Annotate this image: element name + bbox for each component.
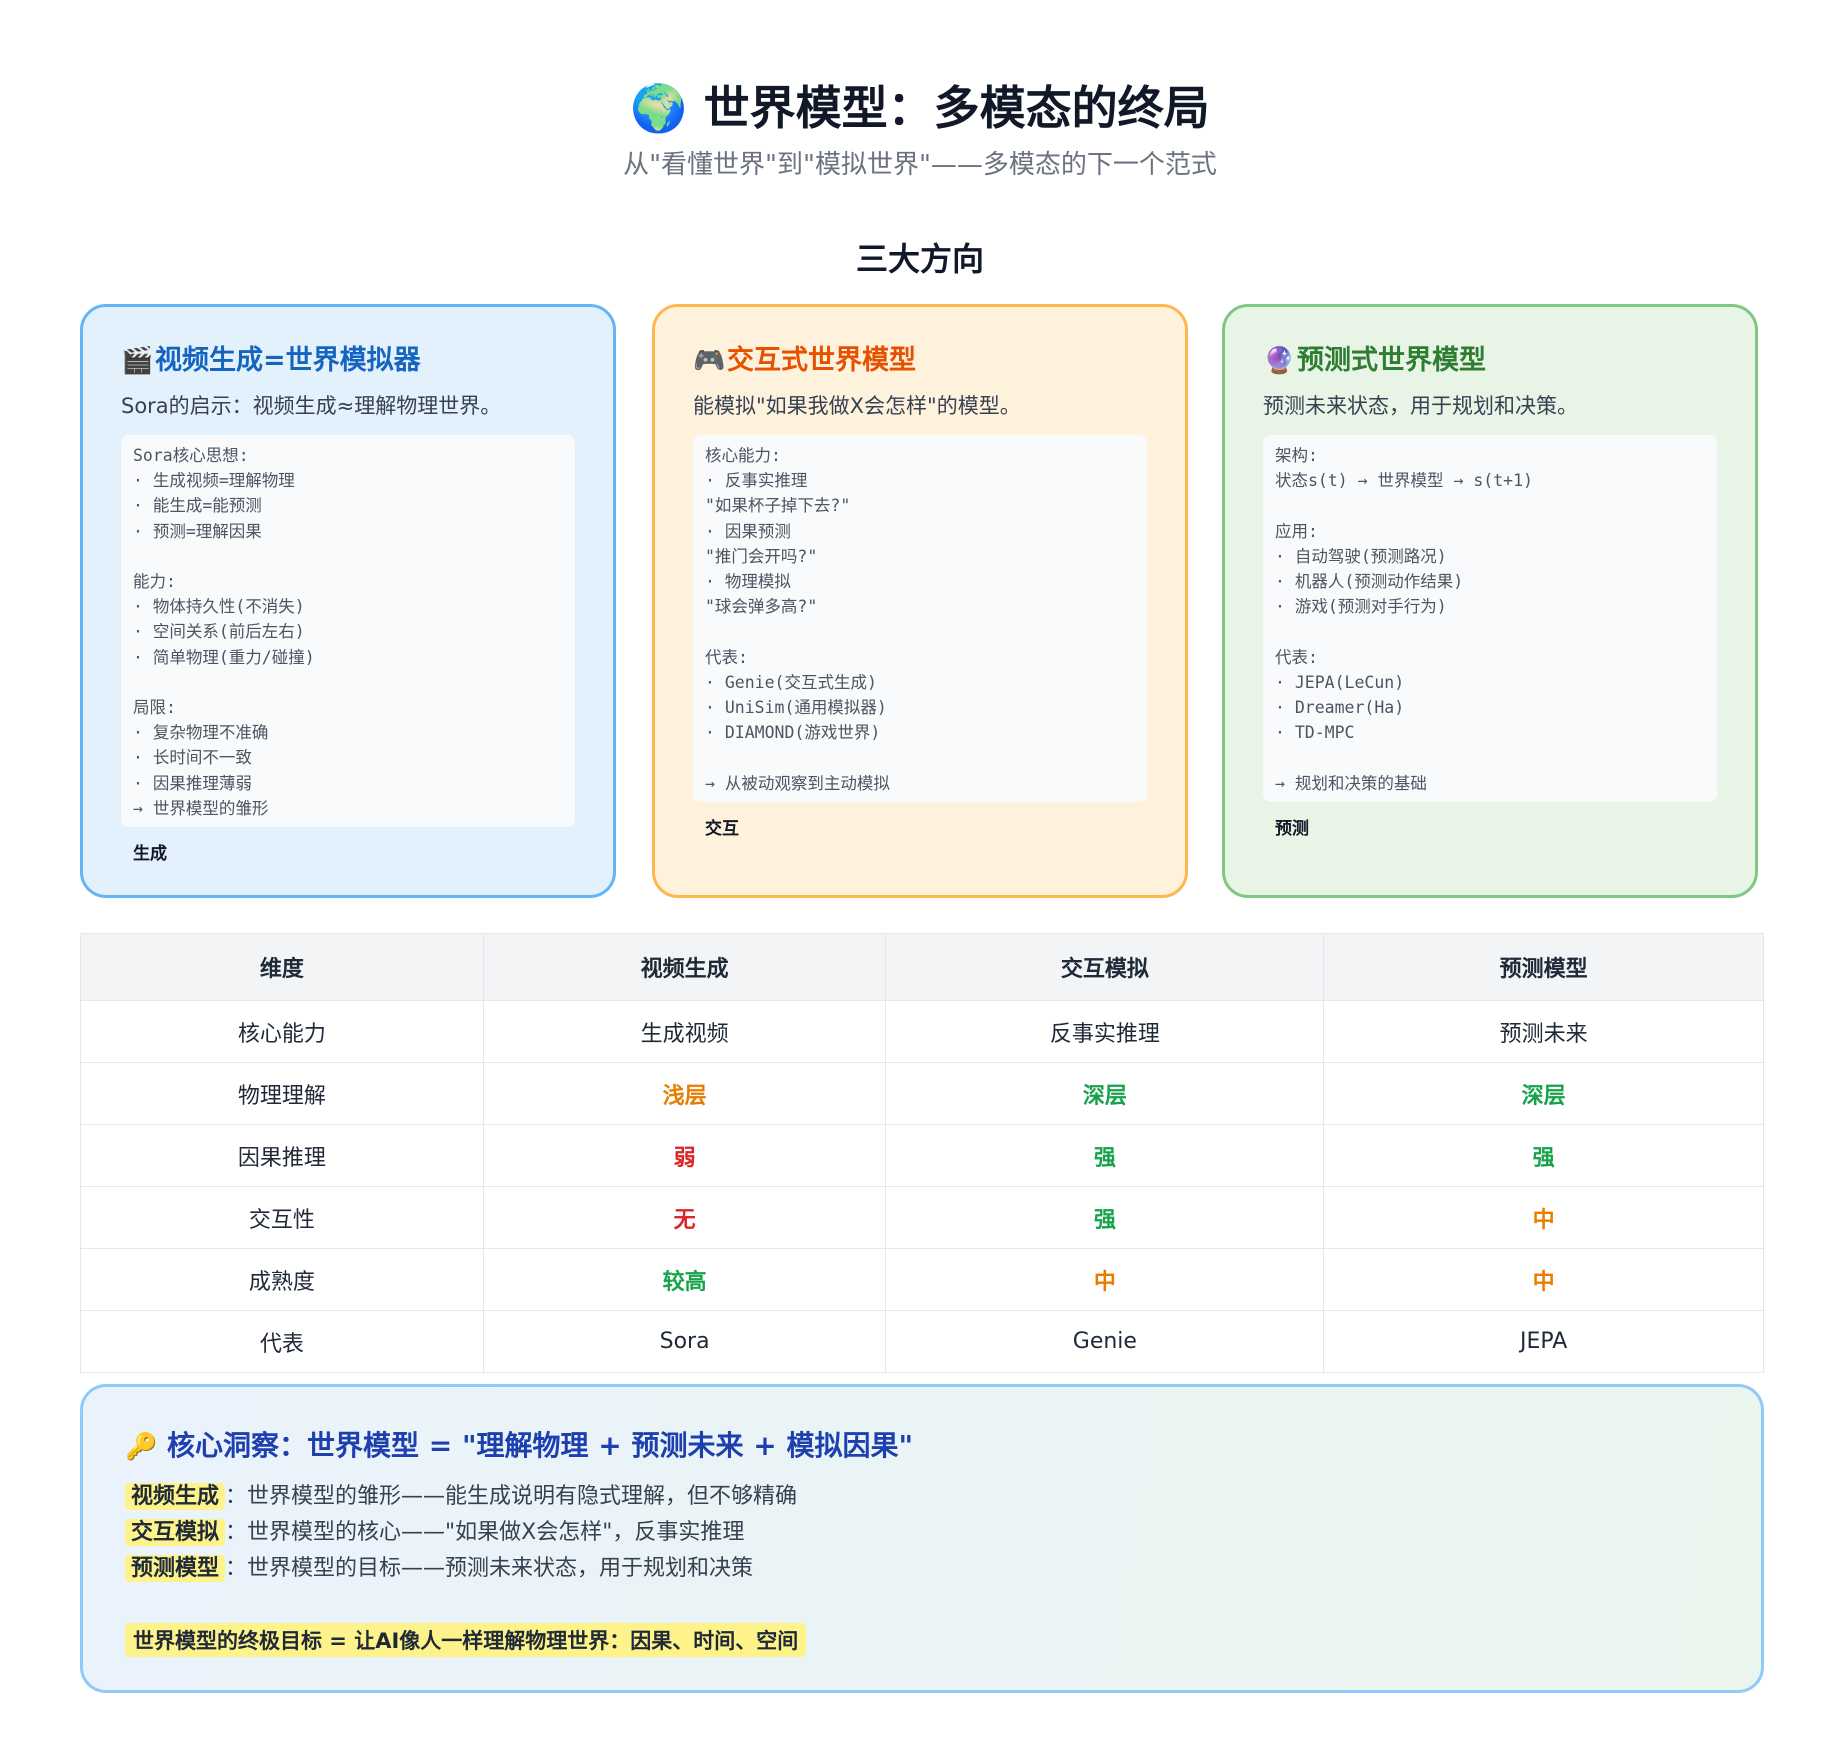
table-cell: 弱: [482, 1124, 887, 1187]
card-interactive-world-model: 🎮交互式世界模型 能模拟"如果我做X会怎样"的模型。 核心能力: · 反事实推理…: [652, 304, 1188, 898]
page: 🌍 世界模型：多模态的终局 从"看懂世界"到"模拟世界"——多模态的下一个范式 …: [0, 0, 1840, 1762]
page-title: 🌍 世界模型：多模态的终局: [0, 72, 1840, 138]
column-header: 维度: [80, 933, 484, 1001]
table-row: 成熟度 较高中中: [80, 1248, 1764, 1311]
table-cell: 中: [1323, 1186, 1764, 1249]
table-row: 交互性无强中: [80, 1186, 1764, 1249]
table-cell: 较高: [482, 1248, 887, 1311]
card-video-generation: 🎬视频生成=世界模拟器 Sora的启示：视频生成≈理解物理世界。 Sora核心思…: [80, 304, 616, 898]
row-label-cell: 代表: [80, 1310, 484, 1373]
table-cell: 中: [885, 1248, 1325, 1311]
table-cell: 无: [482, 1186, 887, 1249]
card-title: 🎮交互式世界模型: [693, 341, 1147, 381]
page-subtitle: 从"看懂世界"到"模拟世界"——多模态的下一个范式: [623, 150, 1217, 180]
card-title-text: 视频生成=世界模拟器: [155, 345, 421, 376]
card-title-text: 交互式世界模型: [727, 345, 916, 376]
ultimate-goal-highlight: 世界模型的终极目标 = 让AI像人一样理解物理世界：因果、时间、空间: [125, 1623, 807, 1657]
table-row: 因果推理弱强强: [80, 1124, 1764, 1187]
insight-line: 预测模型 ：世界模型的目标——预测未来状态，用于规划和决策: [125, 1551, 1719, 1587]
insight-line-text: ：世界模型的目标——预测未来状态，用于规划和决策: [225, 1556, 754, 1581]
column-header: 视频生成: [482, 933, 887, 1001]
highlight-label: 预测模型: [125, 1555, 226, 1582]
card-title-text: 预测式世界模型: [1297, 345, 1486, 376]
page-title-text: 世界模型：多模态的终局: [703, 81, 1210, 135]
comparison-table: 维度 视频生成 交互模拟 预测模型 核心能力 生成视频 反事实推理 预测未来 物理理解浅…: [80, 933, 1764, 1373]
insight-line: 视频生成 ：世界模型的雏形——能生成说明有隐式理解，但不够精确: [125, 1479, 1719, 1515]
table-cell: 反事实推理: [885, 1000, 1325, 1063]
table-body: 核心能力 生成视频 反事实推理 预测未来 物理理解 浅层 深层 深层 因果推理弱强强交互性无强中…: [80, 1000, 1764, 1373]
insight-lines: 视频生成 ：世界模型的雏形——能生成说明有隐式理解，但不够精确 交互模拟 ：世界模型…: [125, 1479, 1719, 1587]
row-label-cell: 物理理解: [80, 1062, 484, 1125]
row-label-cell: 因果推理: [80, 1124, 484, 1187]
table-cell: 强: [885, 1124, 1325, 1187]
table-header-row: 维度 视频生成 交互模拟 预测模型: [80, 933, 1764, 1001]
key-icon: 🔑: [125, 1432, 158, 1462]
globe-icon: 🌍: [630, 81, 688, 135]
table-row: 核心能力 生成视频 反事实推理 预测未来: [80, 1000, 1764, 1063]
table-cell: 强: [1323, 1124, 1764, 1187]
core-insight-box: 🔑 核心洞察：世界模型 = "理解物理 + 预测未来 + 模拟因果" 视频生成 ：世…: [80, 1384, 1764, 1693]
clapper-board-icon: 🎬: [121, 346, 154, 376]
section-title: 三大方向: [855, 240, 984, 278]
column-header: 交互模拟: [885, 933, 1325, 1001]
game-controller-icon: 🎮: [693, 346, 726, 376]
card-description: 能模拟"如果我做X会怎样"的模型。: [693, 394, 1021, 418]
card-code-block: 核心能力: · 反事实推理 "如果杯子掉下去?" · 因果预测 "推门会开吗?"…: [693, 435, 1147, 802]
card-tag: 交互: [705, 818, 739, 839]
row-label-cell: 成熟度: [80, 1248, 484, 1311]
row-label-cell: 交互性: [80, 1186, 484, 1249]
insight-line: 交互模拟 ：世界模型的核心——"如果做X会怎样"，反事实推理: [125, 1515, 1719, 1551]
table-cell: 深层: [1323, 1062, 1764, 1125]
table-cell: JEPA: [1323, 1310, 1764, 1373]
card-title: 🔮预测式世界模型: [1263, 341, 1717, 381]
table-cell: 中: [1323, 1248, 1764, 1311]
table-cell: 强: [885, 1186, 1325, 1249]
card-predictive-world-model: 🔮预测式世界模型 预测未来状态，用于规划和决策。 架构: 状态s(t) → 世界…: [1222, 304, 1758, 898]
row-label-cell: 核心能力: [80, 1000, 484, 1063]
card-description: Sora的启示：视频生成≈理解物理世界。: [121, 394, 502, 418]
table-cell: Sora: [482, 1310, 887, 1373]
table-cell: 深层: [885, 1062, 1325, 1125]
card-title: 🎬视频生成=世界模拟器: [121, 341, 575, 381]
table-cell: 预测未来: [1323, 1000, 1764, 1063]
card-tag: 生成: [133, 844, 167, 865]
table-cell: 浅层: [482, 1062, 887, 1125]
insight-title-text: 核心洞察：世界模型 = "理解物理 + 预测未来 + 模拟因果": [167, 1429, 914, 1462]
table-row: 代表 Sora Genie JEPA: [80, 1310, 1764, 1373]
table-row: 物理理解 浅层 深层 深层: [80, 1062, 1764, 1125]
crystal-ball-icon: 🔮: [1263, 346, 1296, 376]
card-description: 预测未来状态，用于规划和决策。: [1263, 394, 1578, 418]
card-code-block: 架构: 状态s(t) → 世界模型 → s(t+1) 应用: · 自动驾驶(预测…: [1263, 435, 1717, 802]
highlight-label: 交互模拟: [125, 1519, 226, 1546]
table-cell: Genie: [885, 1310, 1325, 1373]
insight-title: 🔑 核心洞察：世界模型 = "理解物理 + 预测未来 + 模拟因果": [125, 1425, 1719, 1467]
highlight-label: 视频生成: [125, 1483, 226, 1510]
insight-line-text: ：世界模型的雏形——能生成说明有隐式理解，但不够精确: [225, 1484, 798, 1509]
insight-line-text: ：世界模型的核心——"如果做X会怎样"，反事实推理: [225, 1520, 745, 1545]
card-tag: 预测: [1275, 818, 1309, 839]
table-cell: 生成视频: [482, 1000, 887, 1063]
column-header: 预测模型: [1323, 933, 1764, 1001]
card-code-block: Sora核心思想: · 生成视频=理解物理 · 能生成=能预测 · 预测=理解因…: [121, 435, 575, 828]
